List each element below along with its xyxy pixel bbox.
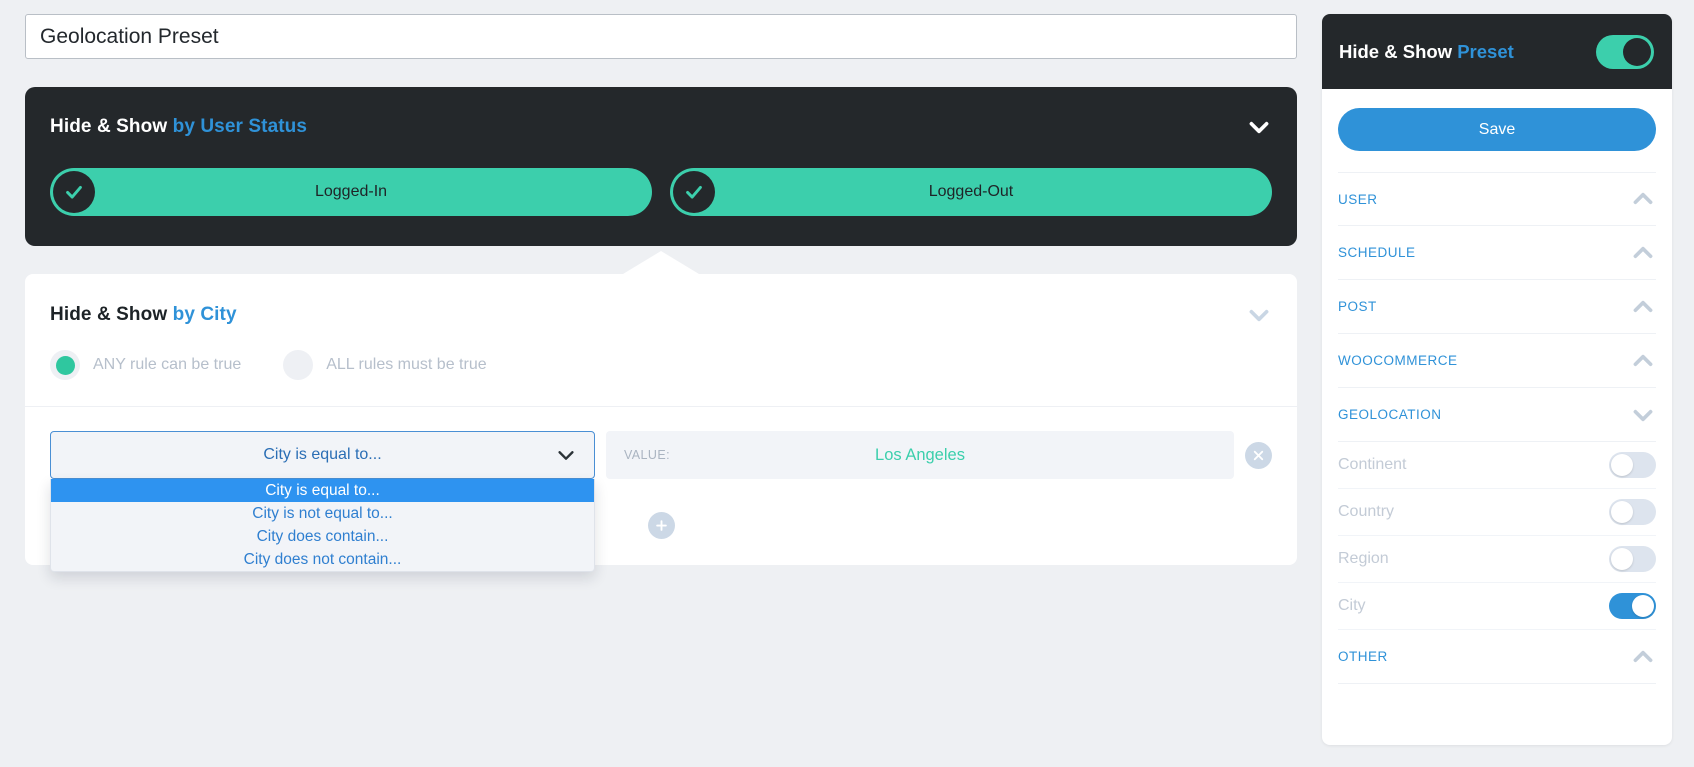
chevron-down-icon — [1630, 402, 1656, 428]
rule-value-field[interactable]: VALUE: Los Angeles — [606, 431, 1234, 479]
chevron-up-icon — [1630, 186, 1656, 212]
city-card-header[interactable]: Hide & Show by City — [50, 302, 1272, 328]
card-divider — [25, 406, 1297, 407]
condition-options-list: City is equal to... City is not equal to… — [50, 479, 595, 572]
sidebar-section-label: GEOLOCATION — [1338, 407, 1442, 422]
chevron-down-icon[interactable] — [1246, 302, 1272, 328]
status-option-logged-in[interactable]: Logged-In — [50, 168, 652, 216]
sidebar-body: Save USER SCHEDULE POST WOOCOMMERCE GEOL… — [1322, 89, 1672, 684]
condition-select-wrapper: City is equal to... City is equal to... … — [50, 431, 595, 572]
chevron-down-icon — [555, 444, 577, 466]
card-title-accent: by User Status — [172, 116, 308, 137]
check-icon — [53, 171, 95, 213]
sidebar-section-label: SCHEDULE — [1338, 245, 1416, 260]
geolocation-item-country: Country — [1338, 489, 1656, 536]
card-notch — [623, 251, 699, 274]
sidebar-title-accent: Preset — [1457, 40, 1514, 62]
condition-option[interactable]: City does contain... — [51, 525, 594, 548]
geolocation-item-label: City — [1338, 597, 1366, 614]
city-toggle[interactable] — [1609, 593, 1656, 619]
region-toggle[interactable] — [1609, 546, 1656, 572]
continent-toggle[interactable] — [1609, 452, 1656, 478]
condition-select-value: City is equal to... — [263, 446, 382, 463]
preset-enable-toggle[interactable] — [1596, 34, 1654, 69]
sidebar-section-label: POST — [1338, 299, 1377, 314]
card-title-prefix: Hide & Show — [50, 116, 173, 137]
geolocation-item-label: Continent — [1338, 456, 1407, 473]
user-status-card-title: Hide & Show by User Status — [50, 116, 307, 138]
app-root: Hide & Show by User Status Logged-In — [0, 0, 1694, 767]
sidebar-section-other[interactable]: OTHER — [1338, 630, 1656, 684]
condition-select[interactable]: City is equal to... — [50, 431, 595, 479]
chevron-up-icon — [1630, 294, 1656, 320]
status-option-label: Logged-Out — [928, 183, 1014, 200]
close-circle-icon[interactable] — [1245, 441, 1272, 469]
sidebar-header: Hide & Show Preset — [1322, 14, 1672, 89]
chevron-down-icon[interactable] — [1246, 114, 1272, 140]
status-option-logged-out[interactable]: Logged-Out — [670, 168, 1272, 216]
chevron-up-icon — [1630, 644, 1656, 670]
geolocation-item-region: Region — [1338, 536, 1656, 583]
condition-option[interactable]: City is not equal to... — [51, 502, 594, 525]
sidebar-section-label: WOOCOMMERCE — [1338, 353, 1458, 368]
settings-sidebar: Hide & Show Preset Save USER SCHEDULE PO… — [1322, 14, 1672, 745]
user-status-card-header[interactable]: Hide & Show by User Status — [50, 114, 1272, 140]
match-mode-any[interactable]: ANY rule can be true — [50, 350, 241, 380]
city-rules-card: Hide & Show by City ANY rule can be true… — [25, 251, 1297, 572]
geolocation-item-label: Region — [1338, 550, 1389, 567]
geolocation-item-city: City — [1338, 583, 1656, 630]
card-title-accent: by City — [172, 304, 237, 325]
match-mode-label: ANY rule can be true — [93, 356, 242, 373]
sidebar-section-schedule[interactable]: SCHEDULE — [1338, 226, 1656, 280]
geolocation-item-continent: Continent — [1338, 442, 1656, 489]
save-button[interactable]: Save — [1338, 108, 1656, 151]
sidebar-section-post[interactable]: POST — [1338, 280, 1656, 334]
sidebar-section-user[interactable]: USER — [1338, 172, 1656, 226]
city-card-title: Hide & Show by City — [50, 304, 237, 326]
main-content: Hide & Show by User Status Logged-In — [0, 0, 1322, 767]
radio-unselected-icon — [283, 350, 314, 380]
user-status-options: Logged-In Logged-Out — [50, 168, 1272, 216]
radio-selected-icon — [50, 350, 80, 380]
match-mode-all[interactable]: ALL rules must be true — [283, 350, 487, 380]
chevron-up-icon — [1630, 348, 1656, 374]
condition-option[interactable]: City is equal to... — [51, 479, 594, 502]
condition-option[interactable]: City does not contain... — [51, 548, 594, 571]
plus-circle-icon[interactable] — [647, 512, 675, 539]
sidebar-section-label: OTHER — [1338, 649, 1388, 664]
chevron-up-icon — [1630, 240, 1656, 266]
sidebar-title: Hide & Show Preset — [1339, 41, 1514, 63]
sidebar-section-geolocation[interactable]: GEOLOCATION — [1338, 388, 1656, 442]
check-icon — [673, 171, 715, 213]
match-mode-group: ANY rule can be true ALL rules must be t… — [50, 350, 1272, 380]
status-option-label: Logged-In — [314, 183, 388, 200]
match-mode-label: ALL rules must be true — [326, 356, 487, 373]
rule-row: City is equal to... City is equal to... … — [50, 431, 1272, 572]
preset-title-input[interactable] — [25, 14, 1297, 59]
card-title-prefix: Hide & Show — [50, 304, 173, 325]
sidebar-section-label: USER — [1338, 191, 1378, 207]
geolocation-item-label: Country — [1338, 503, 1395, 520]
user-status-card: Hide & Show by User Status Logged-In Log… — [25, 87, 1297, 246]
sidebar-section-woocommerce[interactable]: WOOCOMMERCE — [1338, 334, 1656, 388]
country-toggle[interactable] — [1609, 499, 1656, 525]
rule-value-text: Los Angeles — [875, 445, 965, 464]
sidebar-title-prefix: Hide & Show — [1339, 40, 1458, 62]
